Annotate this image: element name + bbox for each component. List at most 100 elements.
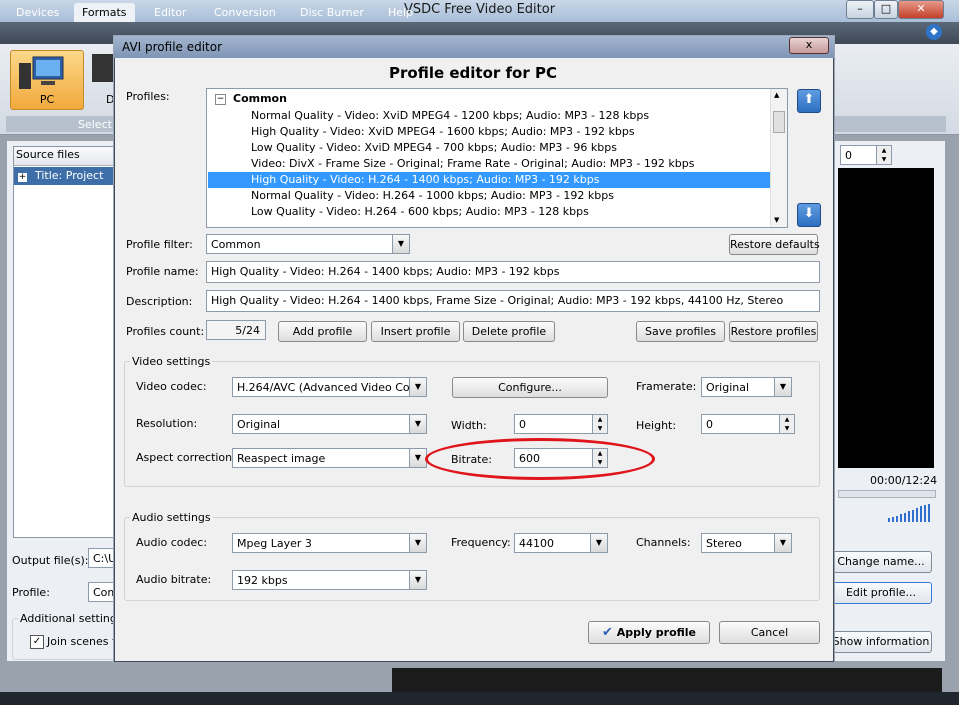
- spinner-arrows-icon[interactable]: ▲ ▼: [779, 415, 794, 433]
- expand-icon[interactable]: +: [18, 173, 27, 182]
- framerate-select[interactable]: Original ▼: [701, 377, 792, 397]
- video-preview: [838, 168, 934, 468]
- tab-devices[interactable]: Devices: [8, 3, 67, 22]
- device-d-icon[interactable]: [92, 54, 114, 82]
- profiles-label: Profiles:: [126, 90, 170, 103]
- chevron-down-icon[interactable]: ▼: [774, 534, 791, 552]
- edit-profile-button[interactable]: Edit profile...: [830, 582, 932, 604]
- restore-defaults-button[interactable]: Restore defaults: [729, 234, 820, 255]
- profile-list-item[interactable]: Video: DivX - Frame Size - Original; Fra…: [251, 156, 694, 172]
- resolution-select[interactable]: Original ▼: [232, 414, 427, 434]
- maximize-button[interactable]: □: [874, 0, 898, 19]
- frequency-select[interactable]: 44100 ▼: [514, 533, 608, 553]
- dialog-close-button[interactable]: x: [789, 37, 829, 54]
- audio-bitrate-select[interactable]: 192 kbps ▼: [232, 570, 427, 590]
- frequency-label: Frequency:: [451, 536, 511, 549]
- source-file-item[interactable]: + Title: Project: [14, 167, 120, 185]
- profiles-count-value: 5/24: [206, 320, 266, 340]
- description-input[interactable]: High Quality - Video: H.264 - 1400 kbps,…: [206, 290, 820, 312]
- profiles-scrollbar[interactable]: ▲ ▼: [770, 89, 787, 227]
- collapse-icon[interactable]: −: [215, 94, 226, 105]
- chevron-down-icon[interactable]: ▼: [392, 235, 409, 253]
- profile-label: Profile:: [12, 586, 50, 599]
- profile-filter-label: Profile filter:: [126, 238, 193, 251]
- add-profile-button[interactable]: Add profile: [278, 321, 367, 342]
- apply-profile-button[interactable]: ✔ Apply profile: [588, 621, 710, 644]
- help-icon[interactable]: ◆: [926, 24, 942, 40]
- scroll-up-icon[interactable]: ▲: [774, 91, 779, 99]
- audio-codec-select[interactable]: Mpeg Layer 3 ▼: [232, 533, 427, 553]
- restore-profiles-button[interactable]: Restore profiles: [729, 321, 818, 342]
- profile-name-input[interactable]: High Quality - Video: H.264 - 1400 kbps;…: [206, 261, 820, 283]
- move-down-icon[interactable]: ⬇: [797, 203, 821, 227]
- height-label: Height:: [636, 419, 677, 432]
- profile-list-item[interactable]: Low Quality - Video: XviD MPEG4 - 700 kb…: [251, 140, 617, 156]
- minimize-button[interactable]: –: [846, 0, 874, 19]
- delete-profile-button[interactable]: Delete profile: [463, 321, 555, 342]
- pc-device-button[interactable]: PC: [10, 50, 84, 110]
- change-name-button[interactable]: Change name...: [830, 551, 932, 573]
- preview-spinner-value: 0: [845, 149, 852, 162]
- chevron-down-icon[interactable]: ▼: [774, 378, 791, 396]
- checkmark-icon: ✔: [601, 625, 613, 640]
- preview-spinner[interactable]: 0 ▲ ▼: [840, 145, 892, 165]
- height-value: 0: [706, 418, 713, 431]
- tab-formats[interactable]: Formats: [74, 3, 135, 22]
- source-file-label: Title: Project: [35, 169, 104, 182]
- chevron-down-icon[interactable]: ▼: [409, 378, 426, 396]
- source-files-header: Source files: [14, 147, 122, 166]
- profile-filter-select[interactable]: Common ▼: [206, 234, 410, 254]
- dialog-heading: Profile editor for PC: [389, 64, 557, 82]
- channels-select[interactable]: Stereo ▼: [701, 533, 792, 553]
- aspect-correction-select[interactable]: Reaspect image ▼: [232, 448, 427, 468]
- profile-list-item-selected[interactable]: High Quality - Video: H.264 - 1400 kbps;…: [251, 172, 599, 188]
- save-profiles-button[interactable]: Save profiles: [636, 321, 725, 342]
- tab-editor[interactable]: Editor: [146, 3, 195, 22]
- profile-list-item[interactable]: Low Quality - Video: H.264 - 600 kbps; A…: [251, 204, 589, 220]
- app-title: VSDC Free Video Editor: [403, 2, 556, 17]
- video-codec-label: Video codec:: [136, 380, 207, 393]
- join-scenes-checkbox[interactable]: ✓: [30, 635, 44, 649]
- profile-list-item[interactable]: Normal Quality - Video: XviD MPEG4 - 120…: [251, 108, 649, 124]
- chevron-down-icon[interactable]: ▼: [409, 571, 426, 589]
- app-close-button[interactable]: ✕: [898, 0, 944, 19]
- show-information-button[interactable]: Show information: [830, 631, 932, 653]
- audio-settings-title: Audio settings: [130, 511, 213, 524]
- tab-disc-burner[interactable]: Disc Burner: [292, 3, 372, 22]
- chevron-down-icon[interactable]: ▼: [409, 449, 426, 467]
- join-scenes-label: Join scenes to: [47, 635, 124, 648]
- status-strip: [392, 668, 942, 692]
- profile-filter-value: Common: [211, 238, 261, 251]
- framerate-label: Framerate:: [636, 380, 697, 393]
- scroll-thumb[interactable]: [773, 111, 785, 133]
- spinner-arrows-icon[interactable]: ▲ ▼: [876, 146, 891, 164]
- profile-field[interactable]: Com: [88, 582, 116, 602]
- apply-profile-label: Apply profile: [616, 626, 697, 639]
- video-codec-select[interactable]: H.264/AVC (Advanced Video Coding) ▼: [232, 377, 427, 397]
- cancel-button[interactable]: Cancel: [719, 621, 820, 644]
- volume-icon[interactable]: [888, 504, 932, 522]
- width-input[interactable]: 0 ▲ ▼: [514, 414, 608, 434]
- configure-button[interactable]: Configure...: [452, 377, 608, 398]
- taskbar: [0, 692, 959, 705]
- chevron-down-icon[interactable]: ▼: [409, 534, 426, 552]
- scroll-down-icon[interactable]: ▼: [774, 216, 779, 224]
- chevron-down-icon[interactable]: ▼: [590, 534, 607, 552]
- timeline-slider[interactable]: [838, 490, 936, 498]
- video-settings-title: Video settings: [130, 355, 213, 368]
- bitrate-highlight-annotation: [425, 438, 655, 480]
- profile-group-common[interactable]: Common: [233, 92, 287, 105]
- insert-profile-button[interactable]: Insert profile: [371, 321, 460, 342]
- tab-help[interactable]: Help: [380, 3, 421, 22]
- move-up-icon[interactable]: ⬆: [797, 89, 821, 113]
- height-input[interactable]: 0 ▲ ▼: [701, 414, 795, 434]
- channels-value: Stereo: [706, 537, 742, 550]
- chevron-down-icon[interactable]: ▼: [409, 415, 426, 433]
- tab-conversion[interactable]: Conversion: [206, 3, 284, 22]
- profiles-list[interactable]: − Common Normal Quality - Video: XviD MP…: [206, 88, 788, 228]
- profile-list-item[interactable]: High Quality - Video: XviD MPEG4 - 1600 …: [251, 124, 635, 140]
- spinner-arrows-icon[interactable]: ▲ ▼: [592, 415, 607, 433]
- profile-list-item[interactable]: Normal Quality - Video: H.264 - 1000 kbp…: [251, 188, 614, 204]
- audio-codec-value: Mpeg Layer 3: [237, 537, 312, 550]
- output-files-field[interactable]: C:\U: [88, 548, 116, 568]
